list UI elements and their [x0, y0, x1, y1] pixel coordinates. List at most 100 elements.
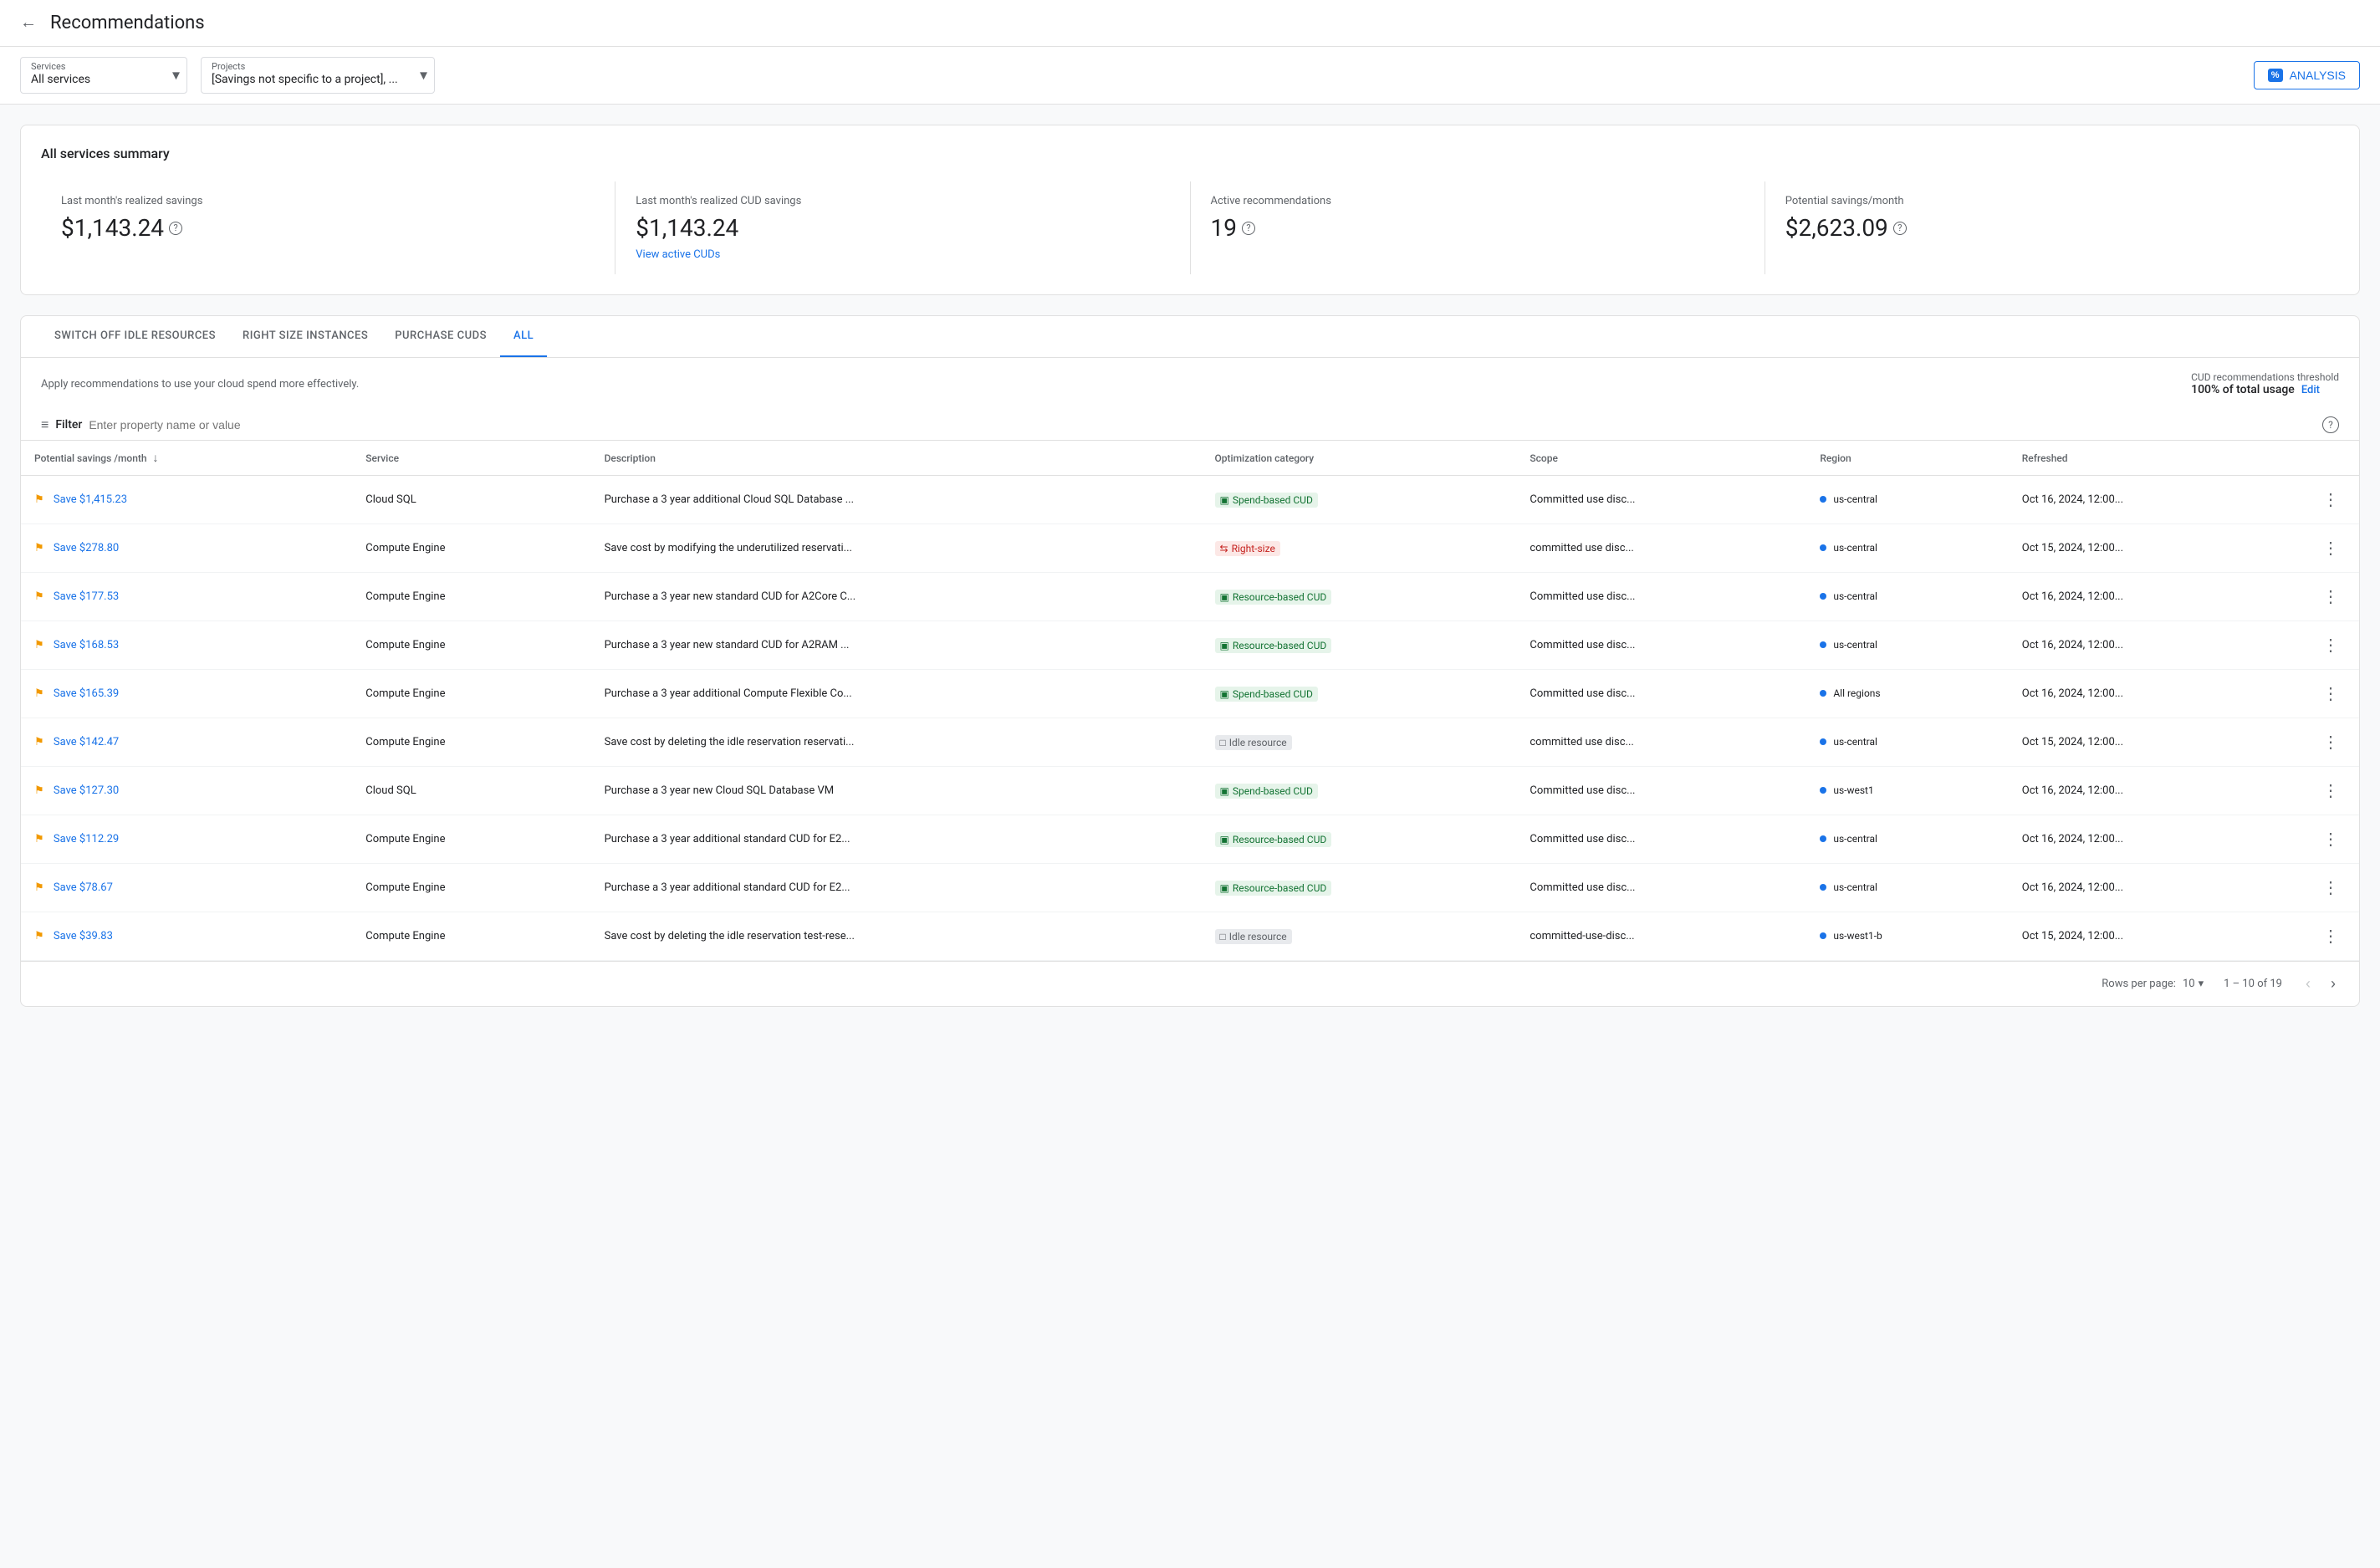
realized-savings-help-icon[interactable]: ? [169, 222, 182, 235]
summary-card-realized-savings: Last month's realized savings $1,143.24 … [41, 181, 615, 274]
flag-icon: ⚑ [34, 833, 44, 845]
main-content: All services summary Last month's realiz… [0, 105, 2380, 1027]
filter-label: Filter [55, 418, 82, 432]
filter-help-icon[interactable]: ? [2322, 416, 2339, 433]
cell-description-0: Purchase a 3 year additional Cloud SQL D… [591, 476, 1202, 524]
table-footer: Rows per page: 10 ▾ 1 – 10 of 19 ‹ › [21, 961, 2359, 1006]
table-row: ⚑ Save $142.47 Compute Engine Save cost … [21, 718, 2359, 767]
top-bar: ← Recommendations [0, 0, 2380, 47]
projects-filter[interactable]: Projects [Savings not specific to a proj… [201, 57, 435, 94]
more-button-6[interactable]: ⋮ [2316, 777, 2346, 804]
cell-scope-8: Committed use disc... [1516, 864, 1806, 912]
active-recs-help-icon[interactable]: ? [1242, 222, 1255, 235]
more-button-8[interactable]: ⋮ [2316, 874, 2346, 901]
opt-badge-6: ▣ Spend-based CUD [1215, 784, 1318, 799]
sort-icon[interactable]: ↓ [153, 452, 159, 465]
save-link-2[interactable]: Save $177.53 [54, 590, 119, 603]
region-badge-3: us-central [1820, 639, 1877, 651]
cell-savings-3: ⚑ Save $168.53 [21, 621, 352, 670]
cell-opt-4: ▣ Spend-based CUD [1202, 670, 1517, 718]
cell-scope-0: Committed use disc... [1516, 476, 1806, 524]
region-dot-3 [1820, 641, 1826, 648]
col-header-actions [2302, 441, 2359, 476]
flag-icon: ⚑ [34, 687, 44, 700]
save-link-5[interactable]: Save $142.47 [54, 736, 119, 748]
more-button-0[interactable]: ⋮ [2316, 486, 2346, 513]
cell-description-5: Save cost by deleting the idle reservati… [591, 718, 1202, 767]
more-button-5[interactable]: ⋮ [2316, 728, 2346, 756]
projects-arrow-icon: ▾ [420, 67, 427, 84]
cud-threshold-label: CUD recommendations threshold [2191, 371, 2339, 383]
filter-input[interactable] [89, 418, 2316, 432]
summary-card-potential-savings: Potential savings/month $2,623.09 ? [1765, 181, 2339, 274]
table-row: ⚑ Save $278.80 Compute Engine Save cost … [21, 524, 2359, 573]
save-link-6[interactable]: Save $127.30 [54, 784, 119, 797]
potential-savings-help-icon[interactable]: ? [1893, 222, 1907, 235]
rows-per-page: Rows per page: 10 ▾ [2102, 978, 2204, 990]
more-button-7[interactable]: ⋮ [2316, 825, 2346, 853]
cell-refreshed-7: Oct 16, 2024, 12:00... [2009, 815, 2302, 864]
tab-purchase-cuds[interactable]: PURCHASE CUDS [381, 316, 500, 357]
services-value: All services [31, 73, 110, 86]
save-link-7[interactable]: Save $112.29 [54, 833, 119, 845]
more-button-9[interactable]: ⋮ [2316, 922, 2346, 950]
summary-card-cud-savings: Last month's realized CUD savings $1,143… [615, 181, 1190, 274]
save-link-9[interactable]: Save $39.83 [54, 930, 113, 942]
cud-threshold: CUD recommendations threshold 100% of to… [2191, 371, 2339, 396]
rec-desc: Apply recommendations to use your cloud … [41, 378, 359, 391]
cell-service-7: Compute Engine [352, 815, 590, 864]
cell-region-3: us-central [1806, 621, 2008, 670]
services-filter[interactable]: Services All services ▾ [20, 57, 187, 94]
prev-page-button[interactable]: ‹ [2302, 972, 2314, 996]
cell-actions-7: ⋮ [2302, 815, 2359, 864]
analysis-button[interactable]: % ANALYSIS [2254, 61, 2360, 89]
potential-savings-value: $2,623.09 ? [1785, 214, 2319, 242]
opt-badge-2: ▣ Resource-based CUD [1215, 590, 1332, 605]
col-header-optimization: Optimization category [1202, 441, 1517, 476]
opt-badge-3: ▣ Resource-based CUD [1215, 638, 1332, 653]
cell-service-5: Compute Engine [352, 718, 590, 767]
tab-switch-off-idle[interactable]: SWITCH OFF IDLE RESOURCES [41, 316, 229, 357]
next-page-button[interactable]: › [2327, 972, 2339, 996]
save-link-3[interactable]: Save $168.53 [54, 639, 119, 651]
opt-badge-4: ▣ Spend-based CUD [1215, 687, 1318, 702]
save-link-4[interactable]: Save $165.39 [54, 687, 119, 700]
col-header-scope: Scope [1516, 441, 1806, 476]
cell-opt-7: ▣ Resource-based CUD [1202, 815, 1517, 864]
cell-description-2: Purchase a 3 year new standard CUD for A… [591, 573, 1202, 621]
cell-opt-5: □ Idle resource [1202, 718, 1517, 767]
cell-savings-2: ⚑ Save $177.53 [21, 573, 352, 621]
more-button-2[interactable]: ⋮ [2316, 583, 2346, 610]
tab-all[interactable]: ALL [500, 316, 547, 357]
view-cuds-link[interactable]: View active CUDs [636, 248, 1169, 261]
cell-service-8: Compute Engine [352, 864, 590, 912]
potential-savings-label: Potential savings/month [1785, 195, 2319, 207]
table-row: ⚑ Save $165.39 Compute Engine Purchase a… [21, 670, 2359, 718]
cell-savings-9: ⚑ Save $39.83 [21, 912, 352, 961]
table-row: ⚑ Save $177.53 Compute Engine Purchase a… [21, 573, 2359, 621]
cell-savings-5: ⚑ Save $142.47 [21, 718, 352, 767]
opt-badge-8: ▣ Resource-based CUD [1215, 881, 1332, 896]
cell-service-4: Compute Engine [352, 670, 590, 718]
rows-per-page-select[interactable]: 10 ▾ [2183, 978, 2204, 990]
opt-icon-1: ⇆ [1220, 543, 1228, 554]
save-link-1[interactable]: Save $278.80 [54, 542, 119, 554]
table-row: ⚑ Save $168.53 Compute Engine Purchase a… [21, 621, 2359, 670]
save-link-0[interactable]: Save $1,415.23 [54, 493, 127, 506]
cud-edit-link[interactable]: Edit [2301, 384, 2320, 396]
page-title: Recommendations [50, 13, 205, 33]
active-recs-value: 19 ? [1211, 214, 1744, 242]
tab-right-size[interactable]: RIGHT SIZE INSTANCES [229, 316, 381, 357]
cell-region-4: All regions [1806, 670, 2008, 718]
table-row: ⚑ Save $112.29 Compute Engine Purchase a… [21, 815, 2359, 864]
save-link-8[interactable]: Save $78.67 [54, 881, 113, 894]
cell-scope-2: Committed use disc... [1516, 573, 1806, 621]
back-button[interactable]: ← [20, 13, 37, 33]
recommendations-table: Potential savings /month ↓ Service Descr… [21, 441, 2359, 961]
col-header-region: Region [1806, 441, 2008, 476]
more-button-4[interactable]: ⋮ [2316, 680, 2346, 707]
more-button-1[interactable]: ⋮ [2316, 534, 2346, 562]
cell-service-6: Cloud SQL [352, 767, 590, 815]
more-button-3[interactable]: ⋮ [2316, 631, 2346, 659]
cell-service-1: Compute Engine [352, 524, 590, 573]
